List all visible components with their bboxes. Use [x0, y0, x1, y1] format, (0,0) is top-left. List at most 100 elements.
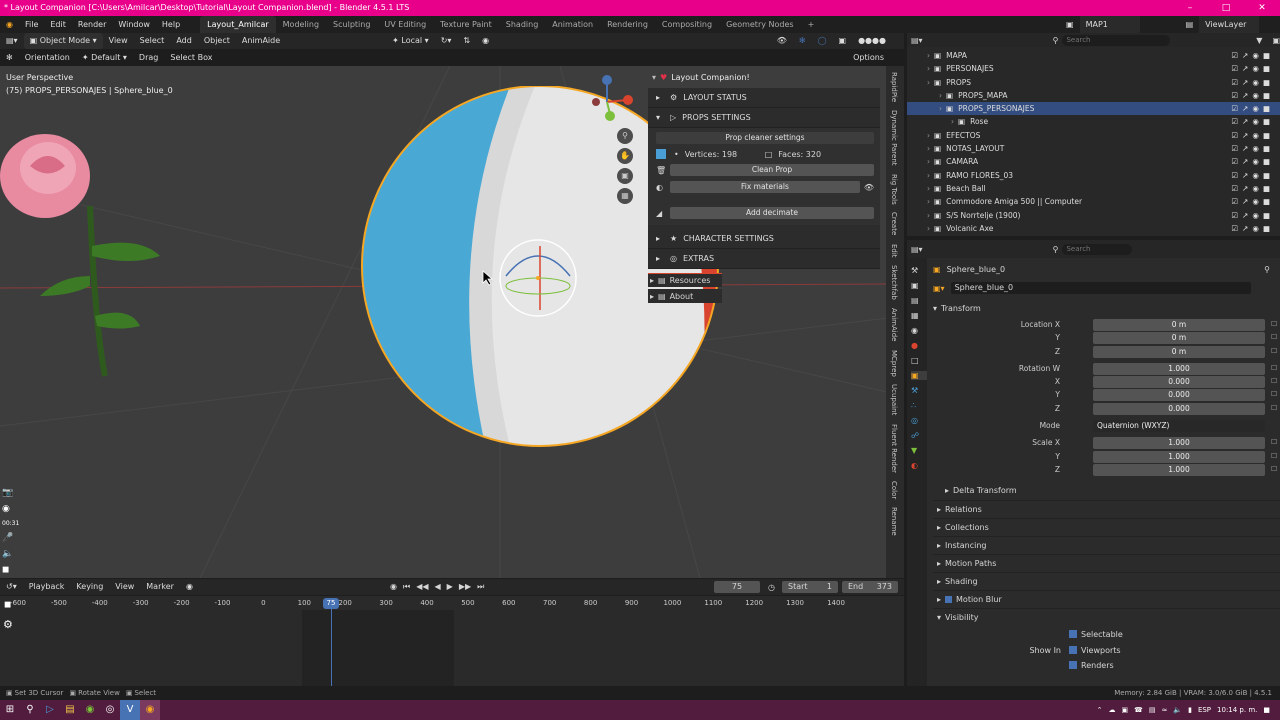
sidebar-tab-rename[interactable]: Rename: [890, 507, 898, 536]
expand-icon[interactable]: ›: [927, 64, 930, 73]
character-settings-section[interactable]: ▸ ★ CHARACTER SETTINGS: [648, 229, 880, 249]
workspace-tab-sculpting[interactable]: Sculpting: [326, 16, 377, 33]
properties-section-relations[interactable]: ▸ Relations: [933, 500, 1280, 518]
viewport-menu-add[interactable]: Add: [170, 33, 198, 49]
checkbox-icon[interactable]: ☑: [1231, 129, 1238, 142]
clock-icon[interactable]: ◷: [768, 583, 775, 592]
eye-icon[interactable]: ◉: [1252, 195, 1259, 208]
lock-icon[interactable]: ☐: [1271, 345, 1277, 358]
checkbox-icon[interactable]: ☑: [1231, 89, 1238, 102]
snap-icon[interactable]: ⇅: [457, 33, 476, 49]
location-field[interactable]: 0 m: [1093, 332, 1265, 345]
fix-materials-button[interactable]: Fix materials: [670, 181, 860, 193]
start-icon[interactable]: ⊞: [0, 700, 20, 720]
properties-section-motion-blur[interactable]: ▸ Motion Blur: [933, 590, 1280, 608]
expand-icon[interactable]: ›: [927, 51, 930, 60]
workspace-tab-geometry-nodes[interactable]: Geometry Nodes: [719, 16, 800, 33]
clock[interactable]: 10:14 p. m.: [1217, 706, 1257, 714]
shading-solid-icon[interactable]: ●●●●: [852, 33, 892, 49]
eye-icon[interactable]: ◉: [1252, 142, 1259, 155]
eye-icon[interactable]: ◉: [1252, 169, 1259, 182]
rose-object[interactable]: [0, 126, 180, 386]
eye-icon[interactable]: ◉: [1252, 89, 1259, 102]
add-decimate-button[interactable]: Add decimate: [670, 207, 874, 219]
checkbox-icon[interactable]: ☑: [1231, 155, 1238, 168]
pin-icon[interactable]: ⚲: [1264, 265, 1270, 274]
output-tab-icon[interactable]: ▤: [911, 296, 927, 305]
drag-dropdown[interactable]: Select Box: [164, 50, 218, 66]
camera-icon[interactable]: ■: [1263, 115, 1270, 128]
clean-prop-button[interactable]: Clean Prop: [670, 164, 874, 176]
timeline-menu-keying[interactable]: Keying: [70, 579, 109, 595]
location-field[interactable]: 0 m: [1093, 345, 1265, 358]
select-arrow-icon[interactable]: ↗: [1242, 142, 1248, 155]
checkbox-icon[interactable]: ☑: [1231, 195, 1238, 208]
menu-edit[interactable]: Edit: [44, 16, 72, 33]
select-arrow-icon[interactable]: ↗: [1242, 115, 1248, 128]
checkbox-icon[interactable]: ☑: [1231, 142, 1238, 155]
timeline-menu-marker[interactable]: Marker: [140, 579, 180, 595]
lock-icon[interactable]: ☐: [1271, 402, 1277, 415]
workspace-tab-modeling[interactable]: Modeling: [276, 16, 326, 33]
next-key-icon[interactable]: ▶▶: [459, 582, 471, 592]
layout-status-section[interactable]: ▸ ⚙ LAYOUT STATUS: [648, 88, 880, 108]
explorer-icon[interactable]: ▤: [60, 700, 80, 720]
expand-icon[interactable]: ›: [927, 224, 930, 233]
blender-taskbar-icon[interactable]: ◉: [140, 700, 160, 720]
properties-type-icon[interactable]: ▤▾: [911, 245, 923, 254]
outliner-row[interactable]: › ▣ MAPA ☑ ↗ ◉ ■: [907, 49, 1280, 62]
workspace-tab-layout[interactable]: Layout_Amilcar: [200, 16, 276, 33]
checkbox-icon[interactable]: ☑: [1231, 182, 1238, 195]
lock-icon[interactable]: ☐: [1271, 436, 1277, 449]
jump-end-icon[interactable]: ⏭: [477, 582, 484, 592]
new-collection-icon[interactable]: ▣: [1272, 36, 1280, 45]
settings-gear-icon[interactable]: ⚙: [3, 618, 13, 631]
pan-hand-icon[interactable]: ✋: [617, 148, 633, 164]
checkbox-icon[interactable]: ☑: [1231, 169, 1238, 182]
sidebar-tab-edit[interactable]: Edit: [890, 244, 898, 258]
network-icon[interactable]: ▤: [1149, 706, 1156, 714]
outliner-row[interactable]: › ▣ RAMO FLORES_03 ☑ ↗ ◉ ■: [907, 169, 1280, 182]
select-arrow-icon[interactable]: ↗: [1242, 209, 1248, 222]
expand-icon[interactable]: ›: [939, 104, 942, 113]
sidebar-tab-animaide[interactable]: AnimAide: [890, 308, 898, 341]
tray-app-icon[interactable]: ▣: [1122, 706, 1129, 714]
eye-icon[interactable]: ◉: [1252, 129, 1259, 142]
outliner-row[interactable]: › ▣ Commodore Amiga 500 || Computer ☑ ↗ ◉ ■: [907, 195, 1280, 208]
workspace-tab-compositing[interactable]: Compositing: [655, 16, 719, 33]
collapse-icon[interactable]: ▾: [652, 73, 656, 82]
render-tab-icon[interactable]: ▣: [911, 281, 927, 290]
eye-icon[interactable]: ◉: [1252, 62, 1259, 75]
checkbox-icon[interactable]: ☑: [1231, 222, 1238, 235]
checkbox-icon[interactable]: ☑: [1231, 209, 1238, 222]
expand-icon[interactable]: ›: [927, 184, 930, 193]
outliner-row[interactable]: › ▣ PROPS ☑ ↗ ◉ ■: [907, 76, 1280, 89]
navigation-gizmo[interactable]: [590, 74, 640, 134]
expand-icon[interactable]: ›: [927, 131, 930, 140]
camera-icon[interactable]: ■: [1263, 209, 1270, 222]
workspace-tab-rendering[interactable]: Rendering: [600, 16, 655, 33]
select-arrow-icon[interactable]: ↗: [1242, 49, 1248, 62]
editor-type-icon[interactable]: ▤▾: [0, 33, 24, 49]
expand-icon[interactable]: ›: [927, 197, 930, 206]
viewport-menu-select[interactable]: Select: [134, 33, 171, 49]
properties-section-shading[interactable]: ▸ Shading: [933, 572, 1280, 590]
options-dropdown[interactable]: Options: [847, 50, 890, 66]
camera-icon[interactable]: ■: [1263, 49, 1270, 62]
particles-tab-icon[interactable]: ∴: [911, 401, 927, 410]
jump-start-icon[interactable]: ⏮: [403, 582, 410, 592]
close-icon[interactable]: ✕: [1244, 0, 1280, 16]
expand-icon[interactable]: ›: [939, 91, 942, 100]
properties-search-input[interactable]: [1062, 243, 1133, 255]
sidebar-tab-sketchfab[interactable]: Sketchfab: [890, 265, 898, 300]
lock-icon[interactable]: ☐: [1271, 331, 1277, 344]
eye-icon[interactable]: ◉: [1252, 155, 1259, 168]
auto-keying-icon[interactable]: ◉: [180, 579, 199, 595]
checkbox-icon[interactable]: ☑: [1231, 76, 1238, 89]
lock-icon[interactable]: ☐: [1271, 362, 1277, 375]
properties-section-collections[interactable]: ▸ Collections: [933, 518, 1280, 536]
filter-icon[interactable]: ▼: [1256, 36, 1262, 45]
microphone-icon[interactable]: 🎤: [2, 533, 19, 543]
location-field[interactable]: 0 m: [1093, 319, 1265, 331]
xray-icon[interactable]: ▣: [833, 33, 853, 49]
